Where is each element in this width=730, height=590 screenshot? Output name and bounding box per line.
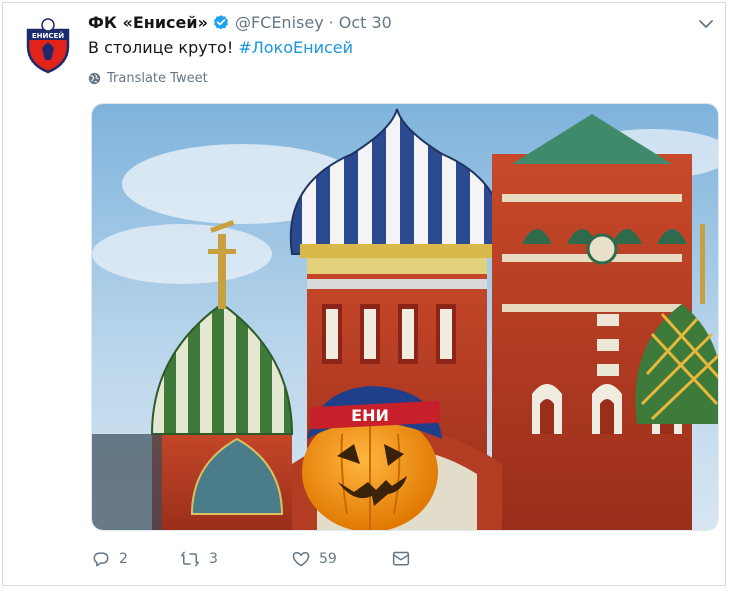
tweet-text: В столице круто! #ЛокоЕнисей	[88, 38, 353, 58]
chevron-down-icon[interactable]	[698, 16, 714, 32]
separator-dot: ·	[328, 13, 334, 32]
envelope-icon	[392, 551, 410, 566]
reply-button[interactable]: 2	[91, 549, 179, 569]
retweet-button[interactable]: 3	[179, 549, 291, 569]
tweet-actions: 2 3 59	[91, 549, 419, 569]
reply-count: 2	[119, 551, 128, 567]
svg-text:ЕНИ: ЕНИ	[351, 406, 389, 425]
like-count: 59	[319, 551, 337, 567]
photo-illustration: ЕНИ	[92, 104, 718, 530]
retweet-icon	[180, 551, 200, 567]
heart-icon	[292, 552, 310, 567]
hashtag-link[interactable]: #ЛокоЕнисей	[238, 38, 353, 57]
like-button[interactable]: 59	[291, 549, 391, 569]
tweet-text-plain: В столице круто!	[88, 38, 239, 57]
reply-icon	[93, 552, 109, 567]
tweet-date[interactable]: Oct 30	[339, 13, 392, 32]
svg-text:ЕНИСЕЙ: ЕНИСЕЙ	[32, 31, 64, 40]
globe-icon	[88, 72, 101, 85]
tweet-photo[interactable]: ЕНИ	[91, 103, 719, 531]
retweet-count: 3	[209, 551, 218, 567]
translate-link[interactable]: Translate Tweet	[88, 71, 208, 86]
translate-label: Translate Tweet	[107, 71, 208, 86]
direct-message-button[interactable]	[391, 550, 419, 568]
display-name[interactable]: ФК «Енисей»	[88, 13, 208, 32]
verified-badge-icon	[212, 14, 230, 32]
avatar[interactable]: ЕНИСЕЙ	[22, 16, 74, 76]
user-handle[interactable]: @FCEnisey	[235, 13, 324, 32]
tweet-header: ФК «Енисей» @FCEnisey · Oct 30	[88, 13, 392, 32]
